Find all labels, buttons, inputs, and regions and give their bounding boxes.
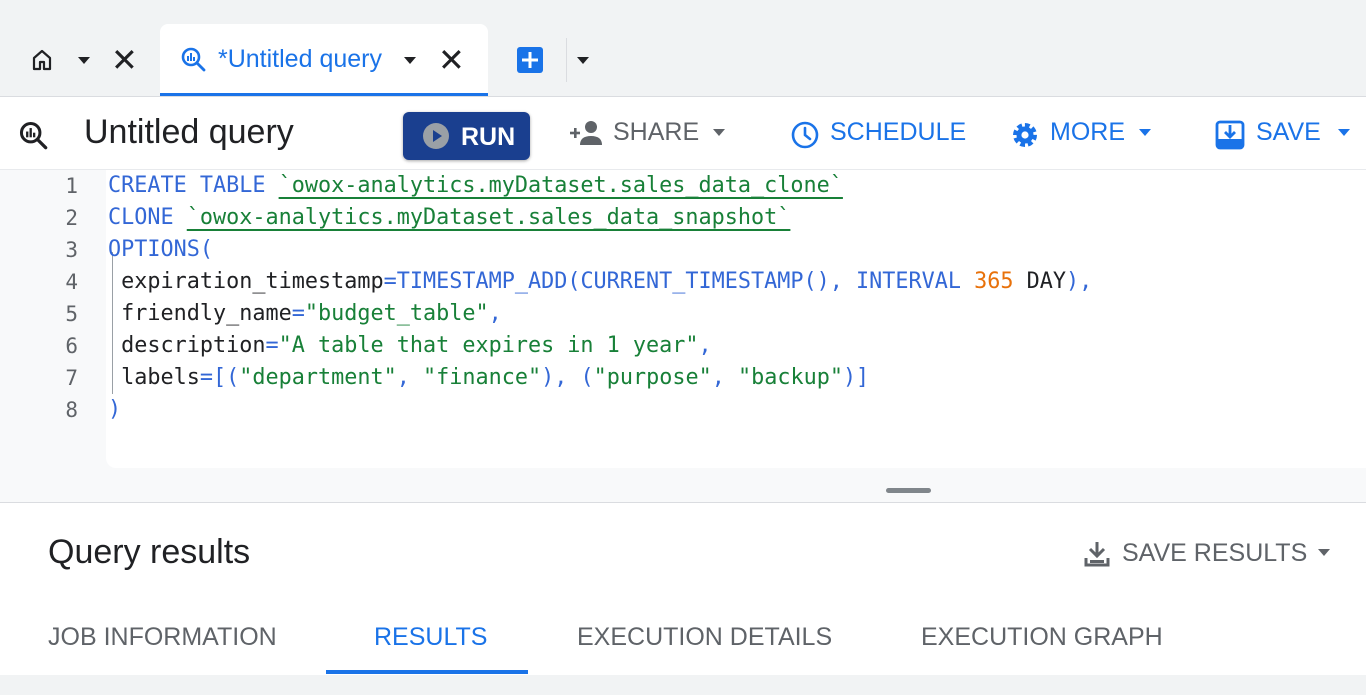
code-token: =[( [199,365,240,390]
query-icon [181,47,206,72]
code-token: "backup" [737,365,843,390]
code-token: "department" [239,365,397,390]
tab-job-information[interactable]: JOB INFORMATION [48,623,277,652]
code-token: , [698,333,712,358]
results-tabs: JOB INFORMATION RESULTS EXECUTION DETAIL… [0,601,1366,675]
run-button[interactable]: RUN [403,112,530,160]
chevron-down-icon [1318,549,1330,556]
code-token: `owox-analytics.myDataset.sales_data_clo… [278,173,843,198]
share-button[interactable]: SHARE [570,115,730,151]
chevron-down-icon [713,129,725,136]
chevron-down-icon[interactable] [78,57,90,64]
tab-title: *Untitled query [218,45,382,73]
results-title: Query results [48,533,251,571]
run-label: RUN [461,123,516,151]
line-number: 8 [65,398,78,422]
code-token: ) [108,397,122,422]
code-token: TIMESTAMP_ADD(CURRENT_TIMESTAMP(), INTER… [396,269,975,294]
tab-home[interactable]: ✕ [0,24,160,96]
query-results-header: Query results SAVE RESULTS [0,502,1366,602]
line-number: 3 [65,238,78,262]
code-token: friendly_name [108,301,292,326]
close-icon[interactable]: ✕ [438,44,465,76]
query-title: Untitled query [84,113,294,151]
query-toolbar: Untitled query RUN SHARE SCHEDULE MORE S… [0,97,1366,170]
person-add-icon [570,121,602,145]
save-results-label: SAVE RESULTS [1122,539,1308,567]
sql-editor[interactable]: 1 2 3 4 5 6 7 8 CREATE TABLE `owox-analytics.myD… [0,170,1366,502]
more-button[interactable]: MORE [1010,115,1160,151]
results-body [0,675,1366,695]
tab-results[interactable]: RESULTS [374,623,487,652]
code-token: OPTIONS( [108,237,213,262]
code-token: "finance" [422,365,542,390]
code-line: friendly_name="budget_table", [108,301,502,326]
code-token: description [108,333,266,358]
clock-icon [791,121,819,149]
close-icon[interactable]: ✕ [111,44,138,76]
more-label: MORE [1050,118,1125,146]
save-button[interactable]: SAVE [1214,115,1358,151]
code-line: ) [108,397,121,422]
active-tab-indicator [160,93,488,96]
line-number: 1 [65,174,78,198]
chevron-down-icon [1139,129,1151,136]
code-token: 365 [974,269,1014,294]
active-tab-indicator [326,670,528,674]
tab-execution-details[interactable]: EXECUTION DETAILS [577,623,832,652]
home-icon [32,49,52,71]
chevron-down-icon[interactable] [577,57,589,64]
tab-untitled-query[interactable]: *Untitled query ✕ [160,24,488,96]
code-line: OPTIONS( [108,237,213,262]
add-box-icon[interactable] [516,46,544,74]
code-line: expiration_timestamp=TIMESTAMP_ADD(CURRE… [108,269,1092,294]
divider [566,38,567,82]
code-token: "A table that expires in 1 year" [278,333,699,358]
tab-bar: ✕ *Untitled query ✕ [0,0,1366,97]
code-token: labels [108,365,200,390]
gear-icon [1013,123,1037,147]
play-icon [423,123,449,149]
code-token: "budget_table" [304,301,489,326]
code-token: ), [1066,269,1093,294]
code-line: CLONE `owox-analytics.myDataset.sales_da… [108,205,790,230]
code-token: CLONE [108,205,187,230]
code-token: , [488,301,502,326]
download-icon [1084,542,1110,567]
code-token: `owox-analytics.myDataset.sales_data_sna… [186,205,791,230]
code-token: , [396,365,423,390]
schedule-label: SCHEDULE [830,118,967,146]
code-token: ), ( [541,365,594,390]
share-label: SHARE [613,118,700,146]
code-line: CREATE TABLE `owox-analytics.myDataset.s… [108,173,843,198]
code-token: = [291,301,305,326]
code-token: = [383,269,397,294]
schedule-button[interactable]: SCHEDULE [790,115,970,151]
code-token: DAY [1013,269,1066,294]
code-token: )] [842,365,870,390]
code-token: = [265,333,279,358]
code-line: description="A table that expires in 1 y… [108,333,712,358]
code-token: "purpose" [593,365,712,390]
resize-handle[interactable] [886,488,931,493]
line-number: 5 [65,302,78,326]
chevron-down-icon [1338,129,1350,136]
query-icon [19,121,48,150]
save-icon [1215,120,1245,150]
chevron-down-icon[interactable] [404,57,416,64]
code-token: CREATE TABLE [108,173,279,198]
tab-execution-graph[interactable]: EXECUTION GRAPH [921,623,1163,652]
save-label: SAVE [1256,118,1321,146]
line-number: 6 [65,334,78,358]
line-number: 2 [65,206,78,230]
code-line: labels=[("department", "finance"), ("pur… [108,365,869,390]
code-token: , [711,365,738,390]
code-token: expiration_timestamp [108,269,384,294]
line-number: 7 [65,366,78,390]
line-number: 4 [65,270,78,294]
